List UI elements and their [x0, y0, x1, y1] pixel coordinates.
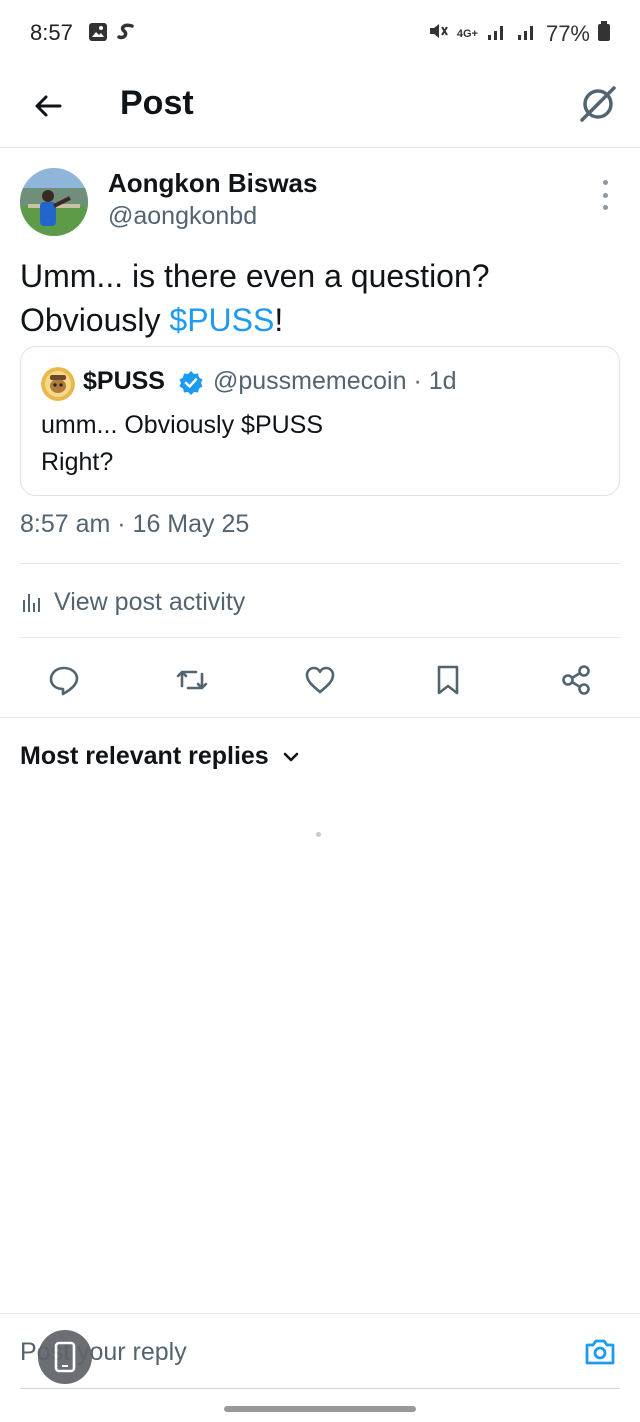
loading-indicator	[316, 832, 321, 837]
cashtag-link[interactable]: $PUSS	[169, 302, 274, 338]
status-right: 4G+ 77%	[427, 20, 610, 48]
repost-icon	[176, 670, 208, 690]
activity-label: View post activity	[54, 587, 246, 616]
analytics-icon	[23, 594, 40, 612]
replies-sort-dropdown[interactable]: Most relevant replies	[20, 742, 301, 771]
like-button[interactable]	[296, 656, 344, 704]
battery-icon	[598, 21, 610, 47]
more-dot	[602, 180, 608, 185]
quote-handle-time: @pussmemecoin · 1d	[213, 367, 457, 395]
signal-icon-2	[516, 21, 538, 47]
grok-button[interactable]	[574, 80, 622, 128]
share-button[interactable]	[552, 656, 600, 704]
author-avatar[interactable]	[20, 168, 88, 236]
app-s-icon	[116, 22, 136, 47]
gallery-icon	[88, 22, 108, 47]
divider	[20, 637, 620, 638]
arrow-left-icon	[35, 95, 62, 117]
reply-icon	[49, 666, 79, 696]
heart-icon	[305, 666, 335, 694]
author-name[interactable]: Aongkon Biswas	[108, 168, 317, 199]
quote-avatar	[41, 367, 75, 401]
post-text-end: !	[274, 302, 284, 338]
grok-icon	[580, 86, 616, 122]
post-detail-screen: 8:57 4G+ 77% Post Aongkon Biswas @aongko…	[0, 0, 640, 1422]
verified-badge-icon	[177, 369, 205, 397]
signal-icon	[486, 21, 508, 47]
mute-icon	[427, 20, 449, 48]
quote-text: umm... Obviously $PUSS Right?	[41, 411, 324, 476]
more-dot	[602, 192, 608, 198]
reply-bar	[0, 1313, 640, 1389]
action-bar	[0, 652, 640, 708]
top-app-bar: Post	[0, 66, 640, 148]
phone-device-icon	[54, 1341, 76, 1373]
view-post-activity[interactable]: View post activity	[20, 584, 245, 620]
camera-icon	[585, 1339, 615, 1365]
home-indicator[interactable]	[224, 1406, 416, 1412]
chevron-down-icon	[283, 752, 299, 761]
back-button[interactable]	[26, 84, 70, 128]
more-options-button[interactable]	[592, 180, 618, 210]
post-timestamp[interactable]: 8:57 am · 16 May 25	[20, 510, 249, 539]
page-title: Post	[120, 84, 194, 122]
bookmark-icon	[437, 665, 459, 695]
repost-button[interactable]	[168, 656, 216, 704]
bookmark-button[interactable]	[424, 656, 472, 704]
quote-author-name: $PUSS	[83, 367, 165, 395]
quoted-post[interactable]: $PUSS @pussmemecoin · 1d umm... Obviousl…	[20, 346, 620, 496]
status-time: 8:57	[30, 20, 73, 45]
camera-button[interactable]	[582, 1334, 618, 1370]
share-icon	[562, 665, 590, 695]
author-handle[interactable]: @aongkonbd	[108, 202, 257, 231]
reply-input[interactable]	[20, 1328, 560, 1376]
post-text: Umm... is there even a question? Obvious…	[20, 254, 620, 342]
reply-button[interactable]	[40, 656, 88, 704]
status-bar: 8:57 4G+ 77%	[0, 0, 640, 66]
reply-underline	[20, 1388, 620, 1389]
battery-percent: 77%	[545, 21, 590, 46]
replies-sort-label: Most relevant replies	[20, 742, 269, 770]
floating-phone-button[interactable]	[38, 1330, 92, 1384]
network-type: 4G+	[456, 27, 478, 40]
section-divider	[0, 717, 640, 718]
divider	[20, 563, 620, 564]
more-dot	[602, 205, 608, 210]
